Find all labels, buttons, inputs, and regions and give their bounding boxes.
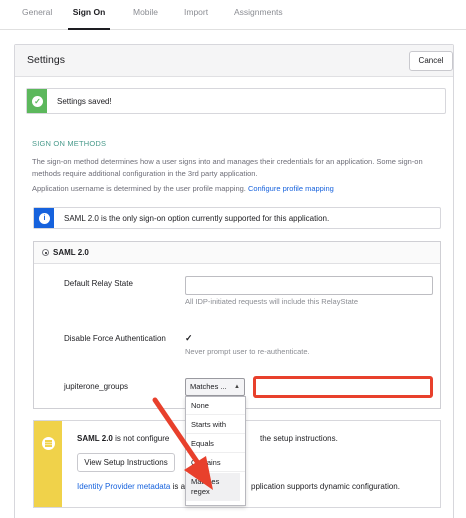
annotation-arrow-shaft: [152, 397, 203, 469]
annotation-arrow: [152, 397, 213, 490]
annotation-arrow-head: [184, 456, 213, 490]
